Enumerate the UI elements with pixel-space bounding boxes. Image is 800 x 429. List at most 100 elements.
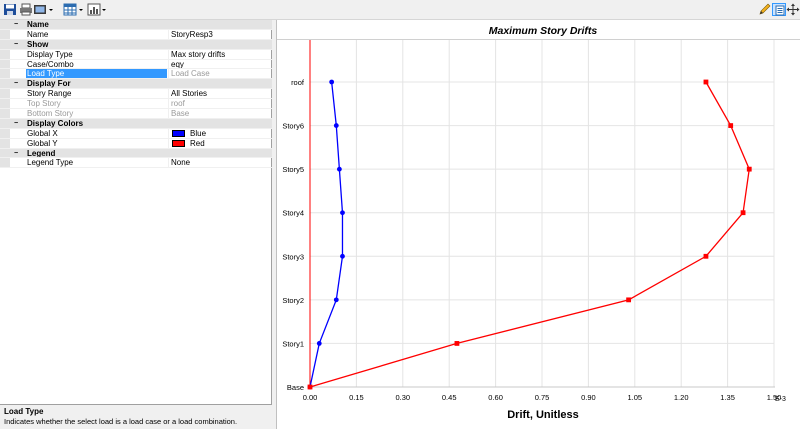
property-row-name[interactable]: Name StoryResp3 bbox=[0, 29, 272, 40]
y-tick-label: Base bbox=[287, 383, 304, 392]
data-point-global-y bbox=[728, 123, 734, 128]
property-label: Display Type bbox=[27, 49, 73, 59]
property-label: Top Story bbox=[27, 99, 61, 109]
x-tick-label: 0.30 bbox=[395, 393, 410, 402]
property-row-global-y[interactable]: Global Y Red bbox=[0, 138, 272, 149]
print-icon[interactable] bbox=[19, 3, 33, 16]
table-dropdown-icon[interactable] bbox=[78, 3, 84, 16]
color-swatch-red bbox=[172, 139, 185, 147]
data-point-global-x bbox=[333, 123, 339, 128]
table-icon[interactable] bbox=[63, 3, 77, 16]
data-point-global-y bbox=[746, 166, 752, 172]
data-point-global-x bbox=[329, 79, 335, 85]
property-value-display-type[interactable]: Max story drifts bbox=[168, 49, 272, 59]
property-label: Legend Type bbox=[27, 158, 74, 168]
data-point-global-y bbox=[626, 297, 632, 303]
property-row-top-story: Top Story roof bbox=[0, 99, 272, 110]
x-tick-label: 0.15 bbox=[349, 393, 364, 402]
x-tick-label: 0.60 bbox=[488, 393, 503, 402]
property-row-load-type[interactable]: Load Type Load Case bbox=[0, 69, 272, 80]
property-grid: − Name Name StoryResp3 − Show Display Ty… bbox=[0, 20, 272, 169]
x-tick-label: 0.75 bbox=[535, 393, 550, 402]
move-icon[interactable] bbox=[786, 3, 800, 16]
property-row-case-combo[interactable]: Case/Combo eqy bbox=[0, 59, 272, 70]
category-display-colors[interactable]: − Display Colors bbox=[0, 118, 272, 129]
data-point-global-x bbox=[336, 166, 342, 172]
x-tick-label: 0.45 bbox=[442, 393, 457, 402]
x-axis-label: Drift, Unitless bbox=[507, 409, 579, 421]
property-label: Global X bbox=[27, 128, 58, 138]
property-value-legend-type[interactable]: None bbox=[168, 158, 272, 168]
y-tick-label: Story3 bbox=[282, 252, 304, 261]
category-label: Name bbox=[27, 20, 49, 29]
category-label: Display Colors bbox=[27, 118, 84, 128]
property-value-global-y[interactable]: Red bbox=[168, 138, 272, 148]
data-point-global-x bbox=[340, 253, 345, 259]
color-swatch-blue bbox=[172, 129, 185, 137]
y-tick-label: roof bbox=[291, 78, 305, 87]
category-name[interactable]: − Name bbox=[0, 20, 272, 30]
property-label: Name bbox=[27, 29, 49, 39]
property-label: Story Range bbox=[27, 89, 72, 99]
data-point-global-x bbox=[333, 297, 339, 303]
chart-icon[interactable] bbox=[87, 3, 101, 16]
properties-icon[interactable] bbox=[772, 3, 786, 16]
property-value-bottom-story: Base bbox=[168, 109, 272, 118]
chart-title: Maximum Story Drifts bbox=[489, 25, 598, 37]
property-label: Case/Combo bbox=[27, 59, 74, 69]
data-point-global-y bbox=[703, 253, 709, 259]
y-tick-label: Story1 bbox=[282, 339, 304, 348]
property-row-display-type[interactable]: Display Type Max story drifts bbox=[0, 49, 272, 60]
x-tick-label: 0.00 bbox=[303, 393, 318, 402]
category-display-for[interactable]: − Display For bbox=[0, 79, 272, 90]
toolbar bbox=[0, 0, 800, 20]
data-point-global-y bbox=[740, 210, 746, 216]
collapse-icon[interactable]: − bbox=[14, 119, 18, 129]
property-row-bottom-story: Bottom Story Base bbox=[0, 109, 272, 119]
y-tick-label: Story5 bbox=[282, 165, 304, 174]
y-tick-label: Story6 bbox=[282, 122, 304, 131]
property-label: Global Y bbox=[27, 138, 58, 148]
screenshot-dropdown-icon[interactable] bbox=[48, 3, 54, 16]
property-value-name[interactable]: StoryResp3 bbox=[168, 29, 272, 39]
collapse-icon[interactable]: − bbox=[14, 40, 18, 50]
save-icon[interactable] bbox=[3, 3, 17, 16]
property-value-case-combo[interactable]: eqy bbox=[168, 59, 272, 69]
chart-dropdown-icon[interactable] bbox=[101, 3, 107, 16]
property-label: Load Type bbox=[26, 69, 167, 79]
data-point-global-x bbox=[340, 210, 345, 216]
chart-background bbox=[277, 20, 800, 429]
color-name: Red bbox=[190, 138, 205, 148]
category-legend[interactable]: − Legend bbox=[0, 148, 272, 159]
property-row-legend-type[interactable]: Legend Type None bbox=[0, 158, 272, 169]
category-label: Legend bbox=[27, 148, 56, 158]
x-multiplier-label: E-3 bbox=[775, 396, 786, 403]
data-point-global-y bbox=[307, 384, 313, 390]
property-value-global-x[interactable]: Blue bbox=[168, 128, 272, 138]
property-label: Bottom Story bbox=[27, 109, 74, 118]
property-row-global-x[interactable]: Global X Blue bbox=[0, 128, 272, 139]
property-value-load-type[interactable]: Load Case bbox=[168, 69, 272, 79]
data-point-global-y bbox=[454, 341, 460, 346]
category-label: Display For bbox=[27, 79, 71, 89]
help-box: Load Type Indicates whether the select l… bbox=[0, 404, 272, 429]
color-name: Blue bbox=[190, 128, 207, 138]
collapse-icon[interactable]: − bbox=[14, 149, 18, 159]
x-tick-label: 1.05 bbox=[627, 393, 642, 402]
help-text: Indicates whether the select load is a l… bbox=[4, 417, 238, 426]
property-value-top-story: roof bbox=[168, 99, 272, 109]
category-show[interactable]: − Show bbox=[0, 39, 272, 50]
category-label: Show bbox=[27, 39, 49, 49]
property-row-story-range[interactable]: Story Range All Stories bbox=[0, 89, 272, 100]
screenshot-icon[interactable] bbox=[33, 3, 47, 16]
property-value-story-range[interactable]: All Stories bbox=[168, 89, 272, 99]
data-point-global-x bbox=[316, 341, 322, 346]
x-tick-label: 1.20 bbox=[674, 393, 689, 402]
x-tick-label: 1.35 bbox=[720, 393, 735, 402]
story-drift-chart: Maximum Story Drifts 0.00 0.15 0.30 0.45 0.6… bbox=[277, 20, 800, 429]
properties-panel: − Name Name StoryResp3 − Show Display Ty… bbox=[0, 20, 272, 429]
pencil-icon[interactable] bbox=[758, 3, 772, 16]
collapse-icon[interactable]: − bbox=[14, 79, 18, 89]
collapse-icon[interactable]: − bbox=[14, 20, 18, 30]
x-tick-label: 0.90 bbox=[581, 393, 596, 402]
